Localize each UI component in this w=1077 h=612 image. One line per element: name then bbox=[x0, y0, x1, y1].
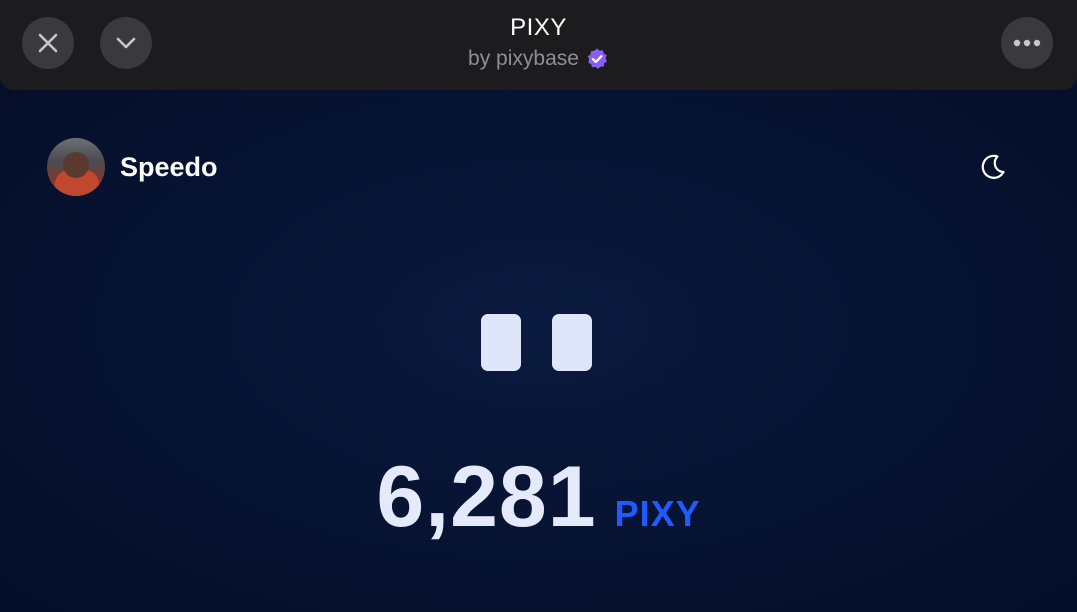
main-content: Speedo 6,281 PIXY bbox=[0, 90, 1077, 612]
app-subtitle-row: by pixybase bbox=[468, 46, 609, 72]
top-bar: PIXY by pixybase bbox=[0, 0, 1077, 90]
theme-toggle-button[interactable] bbox=[978, 152, 1008, 182]
avatar[interactable] bbox=[47, 138, 105, 196]
more-horizontal-icon bbox=[1013, 39, 1041, 47]
user-profile[interactable]: Speedo bbox=[47, 138, 218, 196]
balance-unit: PIXY bbox=[614, 493, 701, 534]
balance-amount: 6,281 bbox=[376, 449, 597, 545]
avatar-figure-head bbox=[63, 152, 89, 178]
title-block: PIXY by pixybase bbox=[0, 14, 1077, 72]
left-eye bbox=[481, 314, 521, 371]
balance-display: 6,281 PIXY bbox=[0, 454, 1077, 540]
moon-icon bbox=[981, 154, 1005, 179]
app-subtitle: by pixybase bbox=[468, 47, 579, 70]
app-title: PIXY bbox=[510, 14, 567, 41]
app-frame: PIXY by pixybase Speedo 6,281 PIXY bbox=[0, 0, 1077, 612]
eyes-icon bbox=[481, 314, 592, 371]
username: Speedo bbox=[120, 151, 218, 182]
more-options-button[interactable] bbox=[1001, 17, 1053, 69]
right-eye bbox=[552, 314, 592, 371]
verified-badge-icon bbox=[585, 47, 609, 71]
